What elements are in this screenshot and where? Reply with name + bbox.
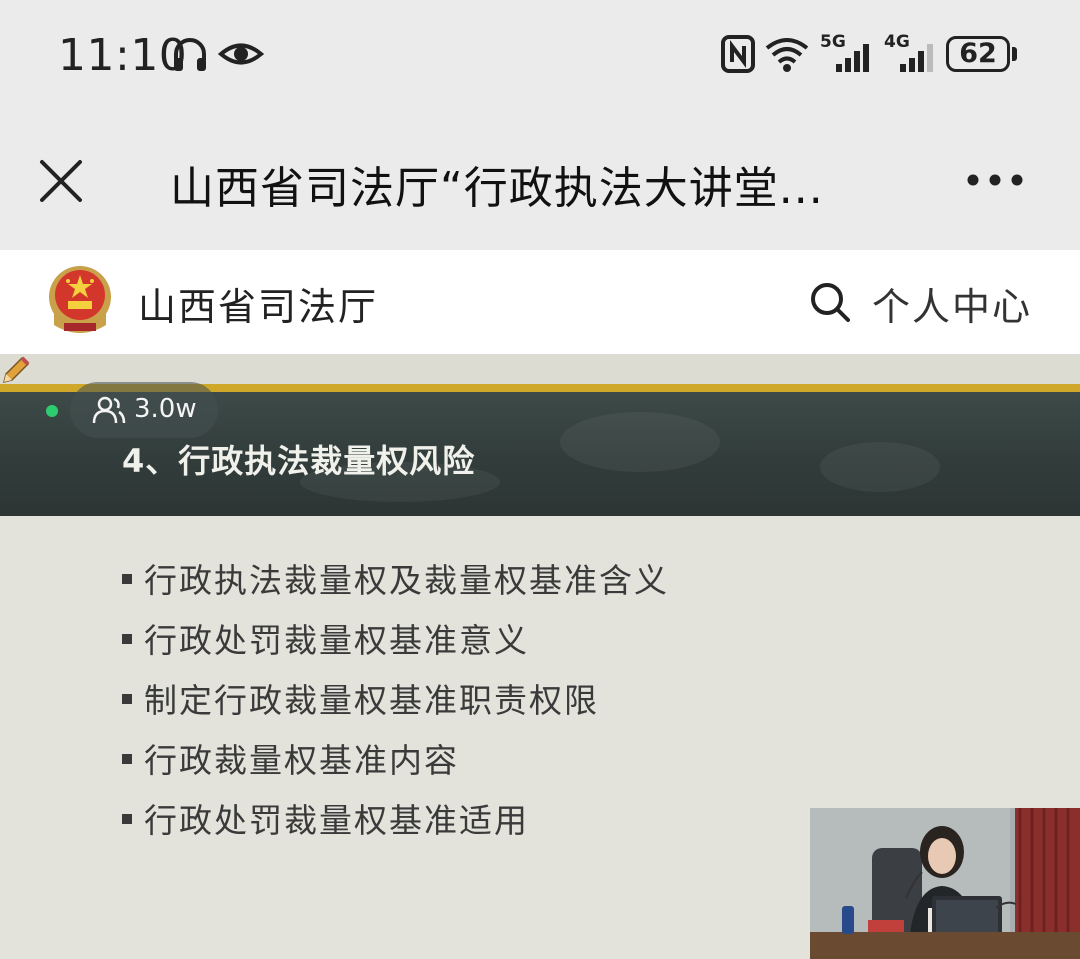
status-bar: 11:10 5G 4G 62 xyxy=(0,0,1080,110)
viewer-count-badge[interactable]: 3.0w xyxy=(70,382,218,438)
slide-bullet-text: 行政处罚裁量权基准适用 xyxy=(144,801,529,840)
slide-bullet: 行政处罚裁量权基准适用 xyxy=(122,794,669,854)
slide-bullet: 制定行政裁量权基准职责权限 xyxy=(122,674,669,734)
title-bar: 山西省司法厅“行政执法大讲堂... xyxy=(0,110,1080,250)
search-icon[interactable] xyxy=(808,280,852,324)
eye-icon xyxy=(218,43,264,65)
slide-bullet-text: 制定行政裁量权基准职责权限 xyxy=(144,681,599,720)
more-options-icon[interactable] xyxy=(962,160,1028,200)
viewer-count: 3.0w xyxy=(134,394,197,424)
headset-icon xyxy=(174,38,206,71)
slide-top-band xyxy=(0,354,1080,384)
nfc-icon xyxy=(721,35,755,73)
slide-bullet: 行政处罚裁量权基准意义 xyxy=(122,614,669,674)
speaker-video-thumbnail[interactable] xyxy=(810,808,1080,959)
slide-bullet: 行政裁量权基准内容 xyxy=(122,734,669,794)
slide-heading: 4、行政执法裁量权风险 xyxy=(122,442,476,480)
battery-indicator: 62 xyxy=(946,36,1018,72)
signal-5g-icon: 5G xyxy=(820,32,874,74)
user-center-link[interactable]: 个人中心 xyxy=(872,276,1032,331)
viewers-icon xyxy=(92,396,126,424)
pencil-icon xyxy=(2,356,30,384)
slide-bullet: 行政执法裁量权及裁量权基准含义 xyxy=(122,554,669,614)
live-indicator-dot xyxy=(46,405,58,417)
battery-percent: 62 xyxy=(959,38,997,69)
close-icon[interactable] xyxy=(36,156,86,206)
status-time: 11:10 xyxy=(58,30,188,81)
page-title: 山西省司法厅“行政执法大讲堂... xyxy=(170,163,824,214)
site-name: 山西省司法厅 xyxy=(138,285,379,329)
live-video-player[interactable]: 4、行政执法裁量权风险 3.0w 行政执法裁量权及裁量权基准含义 行政处罚裁量权… xyxy=(0,354,1080,959)
signal-4g-icon: 4G xyxy=(884,32,938,74)
court-emblem-logo[interactable] xyxy=(46,265,114,337)
wifi-icon xyxy=(765,38,809,72)
slide-bullet-text: 行政处罚裁量权基准意义 xyxy=(144,621,529,660)
slide-bullet-text: 行政裁量权基准内容 xyxy=(144,741,459,780)
slide-bullet-text: 行政执法裁量权及裁量权基准含义 xyxy=(144,561,669,600)
site-header: 山西省司法厅 个人中心 xyxy=(0,250,1080,354)
slide-bullet-list: 行政执法裁量权及裁量权基准含义 行政处罚裁量权基准意义 制定行政裁量权基准职责权… xyxy=(122,554,669,854)
